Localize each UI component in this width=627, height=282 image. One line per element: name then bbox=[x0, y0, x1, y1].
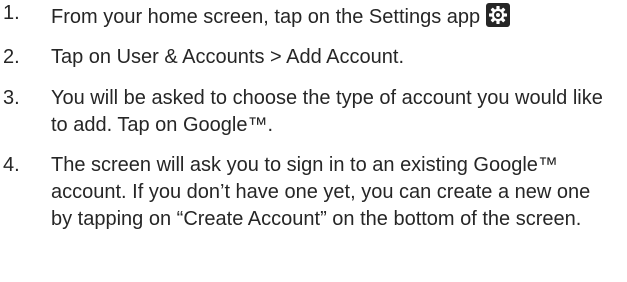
step-text: Tap on User & Accounts > Add Account. bbox=[51, 46, 404, 68]
step-1: 1. From your home screen, tap on the Sett… bbox=[0, 0, 611, 31]
step-number: 4. bbox=[3, 154, 20, 176]
step-2: 2. Tap on User & Accounts > Add Account. bbox=[0, 44, 611, 71]
step-number: 2. bbox=[3, 46, 20, 68]
step-4: 4. The screen will ask you to sign in to … bbox=[0, 152, 611, 233]
step-text: From your home screen, tap on the Settin… bbox=[51, 6, 481, 28]
step-number: 3. bbox=[3, 87, 20, 109]
step-3: 3. You will be asked to choose the type o… bbox=[0, 85, 611, 139]
instruction-list: 1. From your home screen, tap on the Sett… bbox=[0, 0, 627, 233]
step-text: You will be asked to choose the type of … bbox=[51, 87, 603, 136]
step-number: 1. bbox=[3, 2, 20, 24]
step-text: The screen will ask you to sign in to an… bbox=[51, 154, 591, 230]
gear-icon bbox=[486, 3, 511, 27]
